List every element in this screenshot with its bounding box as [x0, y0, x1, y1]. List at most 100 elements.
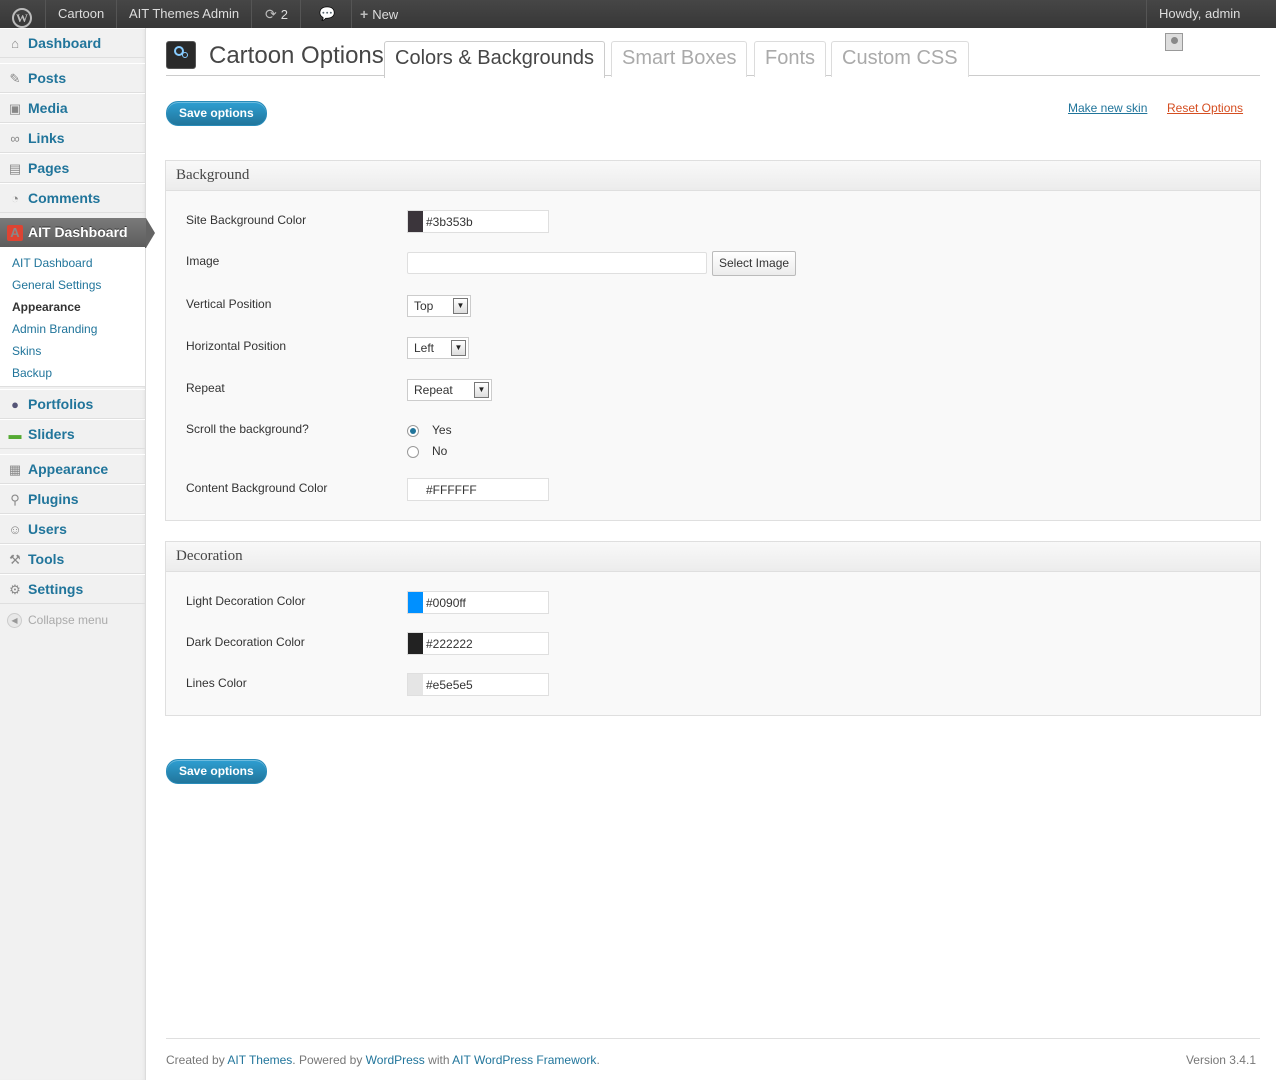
- submenu-item-appearance[interactable]: Appearance: [12, 300, 81, 314]
- scroll-background-label: Scroll the background?: [186, 422, 309, 436]
- sidebar-item-label: Dashboard: [28, 35, 102, 51]
- submenu-item-ait-dashboard[interactable]: AIT Dashboard: [12, 256, 93, 270]
- vertical-position-label: Vertical Position: [186, 297, 272, 311]
- my-account-menu[interactable]: Howdy, admin: [1146, 0, 1276, 51]
- site-bg-color-value: #3b353b: [426, 215, 473, 229]
- portfolio-icon: ●: [11, 397, 19, 412]
- scroll-yes-radio[interactable]: [407, 425, 419, 437]
- sidebar-item-label: Comments: [28, 190, 101, 206]
- pages-icon: ▤: [8, 161, 22, 176]
- select-image-button[interactable]: Select Image: [712, 251, 797, 276]
- content-bg-color-input[interactable]: #FFFFFF: [407, 478, 549, 501]
- updates-count: 2: [280, 7, 288, 22]
- lines-color-value: #e5e5e5: [426, 678, 473, 692]
- dark-decoration-color-swatch[interactable]: [408, 633, 423, 654]
- image-url-input[interactable]: [407, 252, 707, 274]
- site-bg-color-label: Site Background Color: [186, 213, 307, 227]
- ait-framework-link[interactable]: AIT WordPress Framework: [452, 1053, 596, 1067]
- sidebar-item-appearance[interactable]: ▦ Appearance: [0, 454, 145, 484]
- sidebar-item-links[interactable]: ∞ Links: [0, 123, 145, 153]
- make-new-skin-link[interactable]: Make new skin: [1068, 101, 1147, 115]
- comments-link[interactable]: 💬: [307, 0, 353, 28]
- plugin-icon: ⚲: [10, 492, 20, 507]
- collapse-arrow-icon: ◀: [7, 613, 22, 629]
- footer-text: with: [424, 1053, 453, 1067]
- comment-bubble-icon: 💬: [319, 6, 336, 21]
- save-options-button[interactable]: Save options: [166, 101, 267, 126]
- updates-link[interactable]: ⟳ 2: [253, 0, 301, 28]
- link-icon: ∞: [10, 131, 20, 146]
- content-bg-color-value: #FFFFFF: [426, 483, 477, 497]
- footer-text: .: [596, 1053, 600, 1067]
- light-decoration-color-input[interactable]: #0090ff: [407, 591, 549, 614]
- ait-logo-icon: A: [7, 225, 23, 241]
- themes-admin-link[interactable]: AIT Themes Admin: [117, 0, 253, 28]
- submenu-item-general-settings[interactable]: General Settings: [12, 278, 101, 292]
- sidebar-item-media[interactable]: ▣ Media: [0, 93, 145, 123]
- tab-smart-boxes[interactable]: Smart Boxes: [611, 41, 748, 77]
- sidebar-item-label: Tools: [28, 551, 65, 567]
- sidebar-item-pages[interactable]: ▤ Pages: [0, 153, 145, 183]
- submenu-item-skins[interactable]: Skins: [12, 344, 41, 358]
- sidebar-item-tools[interactable]: ⚒ Tools: [0, 544, 145, 574]
- sidebar-item-label: Portfolios: [28, 396, 94, 412]
- tab-custom-css[interactable]: Custom CSS: [831, 41, 969, 77]
- sidebar-item-posts[interactable]: ✎ Posts: [0, 63, 145, 93]
- site-bg-color-swatch[interactable]: [408, 211, 423, 232]
- sidebar-item-label: Sliders: [28, 426, 75, 442]
- lines-color-input[interactable]: #e5e5e5: [407, 673, 549, 696]
- content-bg-color-swatch[interactable]: [408, 479, 423, 500]
- sidebar-item-label: Links: [28, 130, 65, 146]
- lines-color-swatch[interactable]: [408, 674, 423, 695]
- sidebar-item-label: Media: [28, 100, 68, 116]
- dark-decoration-color-input[interactable]: #222222: [407, 632, 549, 655]
- lines-color-label: Lines Color: [186, 676, 247, 690]
- dropdown-arrow-icon: ▼: [451, 340, 466, 356]
- ait-submenu: AIT Dashboard General Settings Appearanc…: [0, 247, 145, 387]
- admin-bar: W Cartoon AIT Themes Admin ⟳ 2 💬 + New How…: [0, 0, 1276, 51]
- repeat-select[interactable]: Repeat ▼: [407, 379, 492, 401]
- save-options-button-bottom[interactable]: Save options: [166, 759, 267, 784]
- collapse-menu-button[interactable]: ◀ Collapse menu: [7, 613, 108, 629]
- vertical-position-select[interactable]: Top ▼: [407, 295, 471, 317]
- slider-icon: ▬: [8, 427, 22, 442]
- site-bg-color-input[interactable]: #3b353b: [407, 210, 549, 233]
- sidebar-item-settings[interactable]: ⚙ Settings: [0, 574, 145, 604]
- sidebar-item-ait-dashboard[interactable]: A AIT Dashboard: [0, 218, 155, 248]
- footer-credits: Created by AIT Themes. Powered by WordPr…: [166, 1053, 600, 1067]
- repeat-label: Repeat: [186, 381, 225, 395]
- media-icon: ▣: [8, 101, 22, 116]
- site-name-link[interactable]: Cartoon: [46, 0, 118, 28]
- scroll-no-radio[interactable]: [407, 446, 419, 458]
- sidebar-item-users[interactable]: ☺ Users: [0, 514, 145, 544]
- sidebar-item-comments[interactable]: ◔ Comments: [0, 183, 145, 213]
- wordpress-logo-menu[interactable]: W: [0, 0, 46, 28]
- sidebar-item-plugins[interactable]: ⚲ Plugins: [0, 484, 145, 514]
- tab-fonts[interactable]: Fonts: [754, 41, 827, 77]
- dark-decoration-color-value: #222222: [426, 637, 473, 651]
- tab-colors-backgrounds[interactable]: Colors & Backgrounds: [384, 41, 605, 78]
- howdy-label: Howdy, admin: [1159, 6, 1241, 21]
- main-content: Cartoon Options Colors & Backgrounds Sma…: [146, 28, 1276, 1080]
- new-content-link[interactable]: + New: [348, 0, 410, 28]
- ait-themes-link[interactable]: AIT Themes: [227, 1053, 292, 1067]
- submenu-item-admin-branding[interactable]: Admin Branding: [12, 322, 97, 336]
- sidebar-item-dashboard[interactable]: ⌂ Dashboard: [0, 28, 145, 58]
- background-panel: Background Site Background Color #3b353b…: [165, 160, 1261, 521]
- plus-icon: +: [360, 6, 369, 22]
- submenu-item-backup[interactable]: Backup: [12, 366, 52, 380]
- wordpress-icon: W: [12, 8, 32, 28]
- page-title: Cartoon Options: [209, 42, 384, 69]
- sidebar-item-sliders[interactable]: ▬ Sliders: [0, 419, 145, 449]
- wordpress-link[interactable]: WordPress: [366, 1053, 425, 1067]
- pin-icon: ✎: [9, 71, 21, 86]
- users-icon: ☺: [8, 522, 22, 537]
- reset-options-link[interactable]: Reset Options: [1167, 101, 1243, 115]
- light-decoration-color-swatch[interactable]: [408, 592, 423, 613]
- dropdown-arrow-icon: ▼: [453, 298, 468, 314]
- sidebar-item-label: Posts: [28, 70, 67, 86]
- version-label: Version 3.4.1: [1185, 1053, 1256, 1067]
- sidebar-item-portfolios[interactable]: ● Portfolios: [0, 389, 145, 419]
- decoration-panel: Decoration Light Decoration Color #0090f…: [165, 541, 1261, 716]
- horizontal-position-select[interactable]: Left ▼: [407, 337, 469, 359]
